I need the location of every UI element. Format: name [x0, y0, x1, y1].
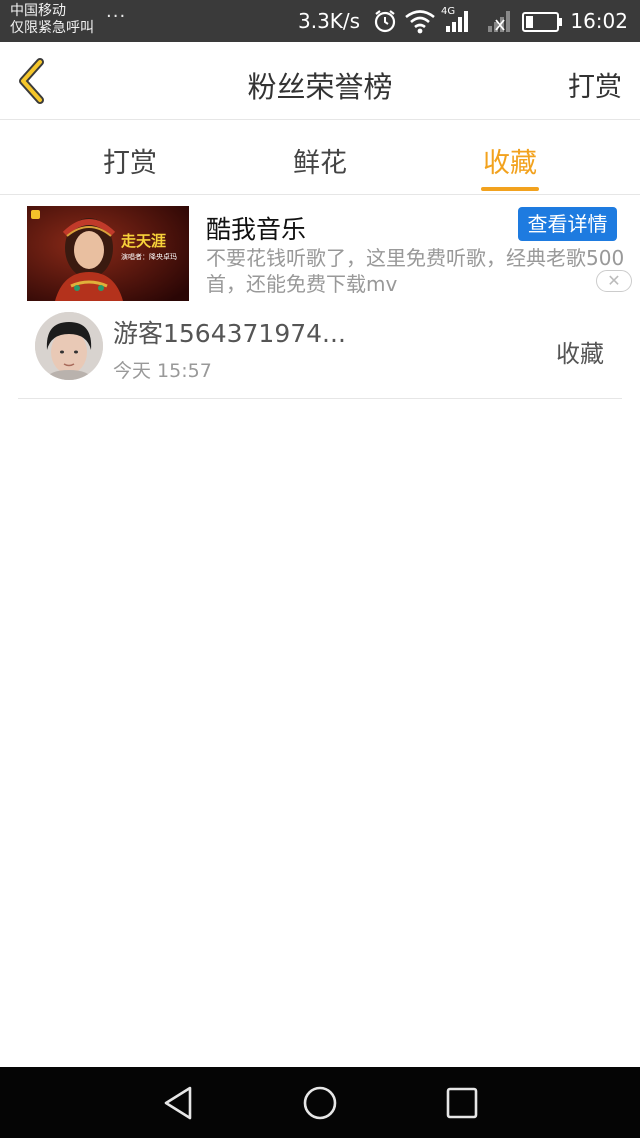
ad-image[interactable]: 走天涯 演唱者：降央卓玛	[27, 206, 189, 301]
emergency-only-text: 仅限紧急呼叫	[10, 20, 94, 36]
reward-button[interactable]: 打赏	[568, 65, 622, 104]
wifi-icon	[404, 8, 436, 38]
tab-bar: 打赏 鲜花 收藏	[0, 121, 640, 195]
ad-description: 不要花钱听歌了，这里免费听歌，经典老歌500首，还能免费下载mv	[206, 246, 625, 296]
network-type-label: 4G	[441, 6, 455, 17]
title-bar: 粉丝荣誉榜 打赏	[0, 42, 640, 120]
ad-image-title: 走天涯	[121, 232, 167, 250]
close-icon: ✕	[607, 271, 621, 290]
ad-banner[interactable]: 走天涯 演唱者：降央卓玛 酷我音乐 查看详情 不要花钱听歌了，这里免费听歌，经典…	[0, 196, 640, 302]
user-name: 游客1564371974...	[113, 319, 346, 348]
active-tab-indicator	[481, 187, 539, 191]
avatar-image	[35, 312, 103, 380]
alarm-icon	[372, 8, 398, 38]
tab-flowers[interactable]: 鲜花	[260, 141, 380, 180]
nav-home-button[interactable]	[300, 1084, 340, 1122]
view-details-button[interactable]: 查看详情	[518, 207, 617, 241]
ad-close-button[interactable]: ✕	[596, 270, 632, 292]
back-triangle-icon	[164, 1086, 192, 1120]
signal-no-sim-icon	[486, 6, 516, 38]
timestamp: 今天 15:57	[113, 360, 212, 382]
tab-reward[interactable]: 打赏	[70, 141, 190, 180]
tab-favorites[interactable]: 收藏	[450, 141, 570, 180]
carrier-info: 中国移动 仅限紧急呼叫	[10, 3, 94, 37]
action-type-label: 收藏	[556, 340, 604, 368]
recents-square-icon	[446, 1087, 478, 1119]
network-speed: 3.3K/s	[298, 9, 361, 33]
screen: 中国移动 仅限紧急呼叫 ··· 3.3K/s 4G 16:02 粉丝荣誉榜 打赏…	[0, 0, 640, 1138]
nav-recents-button[interactable]	[442, 1084, 482, 1122]
signal-4g-icon: 4G	[440, 4, 472, 38]
carrier-name: 中国移动	[10, 3, 66, 19]
more-notifications-icon: ···	[106, 6, 127, 27]
page-title: 粉丝荣誉榜	[247, 70, 393, 104]
ad-image-subtitle: 演唱者：降央卓玛	[121, 253, 177, 261]
system-nav-bar	[0, 1067, 640, 1138]
home-circle-icon	[303, 1086, 337, 1120]
list-item[interactable]: 游客1564371974... 今天 15:57 收藏	[18, 302, 622, 399]
battery-icon	[522, 11, 564, 37]
nav-back-button[interactable]	[160, 1084, 200, 1122]
status-bar: 中国移动 仅限紧急呼叫 ··· 3.3K/s 4G 16:02	[0, 0, 640, 42]
ad-title: 酷我音乐	[206, 215, 307, 244]
avatar[interactable]	[35, 312, 103, 380]
clock: 16:02	[570, 9, 628, 33]
